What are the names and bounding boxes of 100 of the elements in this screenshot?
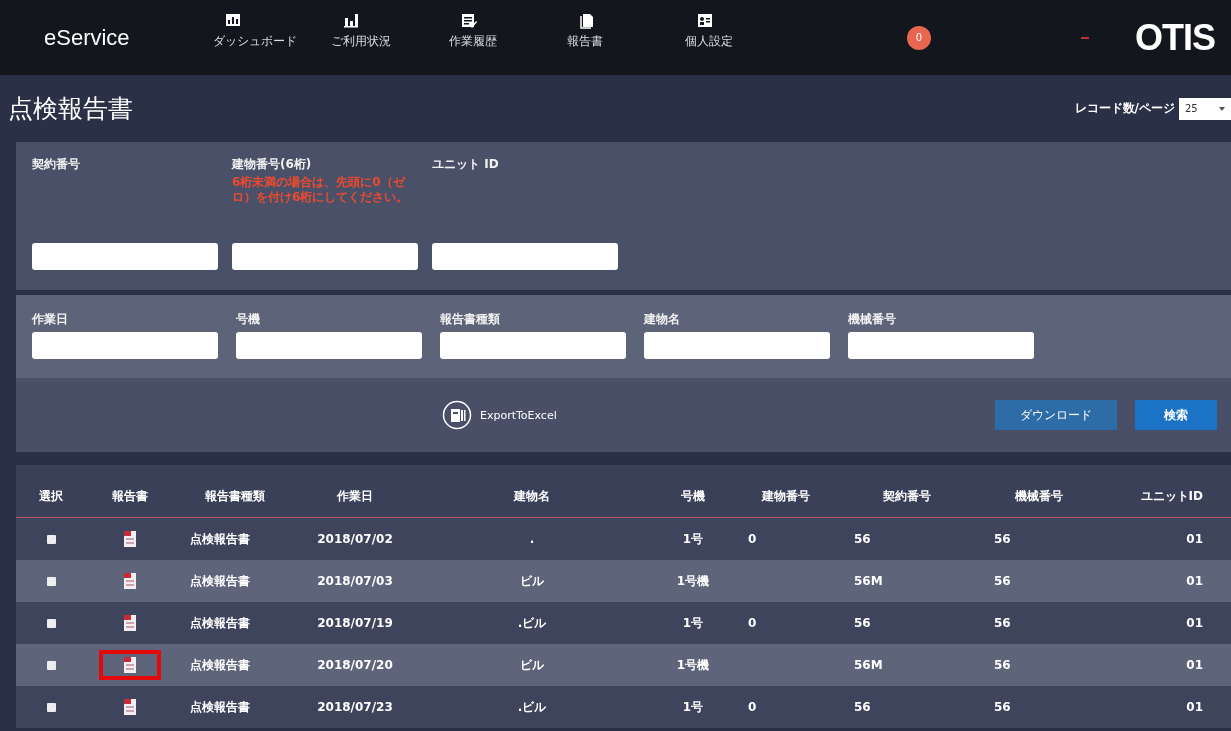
table-cell: .ビル (517, 615, 547, 630)
report-icon[interactable] (124, 657, 136, 673)
download-button[interactable]: ダウンロード (995, 400, 1117, 430)
table-cell: 56 (994, 700, 1011, 714)
report-icon[interactable] (124, 573, 136, 589)
input-field[interactable] (432, 243, 618, 270)
column-header: 契約番号 (836, 465, 978, 518)
table-cell: 01 (1186, 574, 1203, 588)
bar-chart-icon (343, 13, 359, 29)
logo: OTIS (1135, 16, 1215, 59)
field-label: 号機 (236, 311, 261, 328)
column-header: 選択 (16, 465, 86, 518)
column-header: 号機 (650, 465, 736, 518)
table-cell: 1号 (682, 615, 704, 630)
field-label: 報告書種類 (440, 311, 501, 328)
column-header: 報告書種類 (174, 465, 296, 518)
document-icon (579, 13, 595, 29)
field-label: 建物番号(6桁) (232, 156, 313, 173)
column-header: 報告書 (86, 465, 174, 518)
table-cell: 56 (854, 532, 871, 546)
table-cell: 点検報告書 (190, 615, 250, 630)
checkbox[interactable] (46, 661, 56, 670)
table-cell: 点検報告書 (190, 573, 250, 588)
page-size-select[interactable]: 25 (1179, 97, 1231, 120)
nav-item[interactable]: ご利用状況 (323, 13, 441, 50)
spreadsheet-icon (442, 400, 472, 430)
nav-label: 報告書 (567, 33, 603, 50)
table-cell: 56 (854, 616, 871, 630)
table-cell: 56 (994, 616, 1011, 630)
table-cell: 01 (1186, 616, 1203, 630)
input-field[interactable] (236, 332, 422, 359)
input-field[interactable] (232, 243, 418, 270)
page-size-label: レコード数/ページ (1074, 100, 1175, 117)
table-cell: ビル (520, 573, 544, 588)
field-note: 6桁未満の場合は、先頭に0（ゼロ）を付け6桁にしてください。 (232, 175, 410, 205)
table-cell: 01 (1186, 532, 1203, 546)
table-cell: 56 (994, 574, 1011, 588)
report-icon[interactable] (124, 699, 136, 715)
nav-item[interactable]: 作業履歴 (441, 13, 559, 50)
notepad-icon (461, 13, 477, 29)
search-button[interactable]: 検索 (1135, 400, 1217, 430)
table-cell: 56 (854, 700, 871, 714)
dashboard-icon (225, 13, 241, 29)
page-title: 点検報告書 (8, 93, 133, 125)
checkbox[interactable] (46, 703, 56, 712)
table-cell: 1号 (682, 699, 704, 714)
checkbox[interactable] (46, 535, 56, 544)
table-cell: 2018/07/19 (317, 616, 393, 630)
table-cell: 点検報告書 (190, 531, 250, 546)
table-cell: .ビル (517, 699, 547, 714)
table-cell: 1号機 (676, 657, 710, 672)
table-cell: 56M (854, 658, 883, 672)
report-icon[interactable] (124, 531, 136, 547)
input-field[interactable] (440, 332, 626, 359)
table-cell: 2018/07/23 (317, 700, 393, 714)
table-cell: 01 (1186, 658, 1203, 672)
input-field[interactable] (32, 332, 218, 359)
brand-name: eService (44, 24, 131, 51)
report-icon[interactable] (124, 615, 136, 631)
dash-mark (1081, 36, 1089, 39)
table-cell: 1号 (682, 531, 704, 546)
table-cell: . (529, 532, 535, 546)
export-link[interactable]: ExportToExcel (442, 400, 557, 430)
table-cell: 56M (854, 574, 883, 588)
field-label: 契約番号 (32, 156, 81, 173)
column-header: 作業日 (296, 465, 414, 518)
nav-label: 個人設定 (685, 33, 733, 50)
column-header: 機械番号 (978, 465, 1100, 518)
field-label: 機械番号 (848, 311, 897, 328)
field-label: ユニット ID (432, 156, 500, 173)
table-cell: 01 (1186, 700, 1203, 714)
input-field[interactable] (644, 332, 830, 359)
checkbox[interactable] (46, 577, 56, 586)
nav-label: ダッシュボード (213, 33, 297, 50)
checkbox[interactable] (46, 619, 56, 628)
nav-item[interactable]: ダッシュボード (205, 13, 323, 50)
id-card-icon (697, 13, 713, 29)
input-field[interactable] (848, 332, 1034, 359)
column-header: 建物名 (414, 465, 650, 518)
caret-icon (1219, 106, 1225, 111)
column-header: 建物番号 (736, 465, 836, 518)
field-label: 作業日 (32, 311, 69, 328)
table-cell: 点検報告書 (190, 699, 250, 714)
table-cell: 56 (994, 532, 1011, 546)
nav-label: ご利用状況 (331, 33, 391, 50)
table-cell: 1号機 (676, 573, 710, 588)
table-cell: 0 (748, 532, 757, 546)
table-cell: 0 (748, 700, 757, 714)
column-header: ユニットID (1100, 465, 1231, 518)
nav-label: 作業履歴 (449, 33, 497, 50)
table-cell: ビル (520, 657, 544, 672)
nav-item[interactable]: 個人設定 (677, 13, 795, 50)
input-field[interactable] (32, 243, 218, 270)
table-cell: 0 (748, 616, 757, 630)
field-label: 建物名 (644, 311, 681, 328)
table-cell: 点検報告書 (190, 657, 250, 672)
table-cell: 2018/07/02 (317, 532, 393, 546)
table-cell: 2018/07/20 (317, 658, 393, 672)
table-cell: 2018/07/03 (317, 574, 393, 588)
nav-item[interactable]: 報告書 (559, 13, 677, 50)
